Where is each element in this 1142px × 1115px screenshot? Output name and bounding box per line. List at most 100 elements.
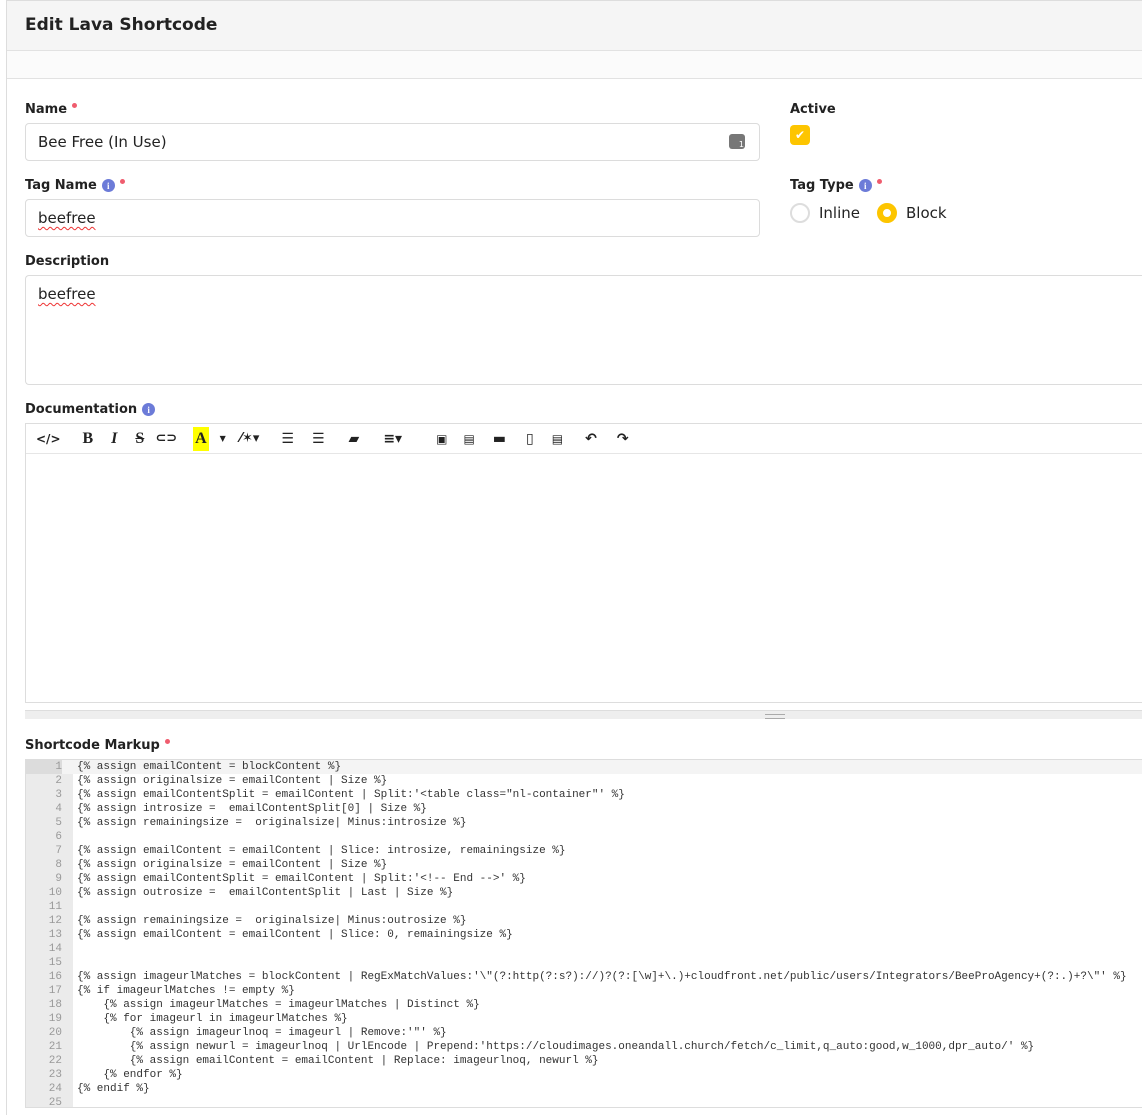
code-text: {% assign emailContent = emailContent | … (77, 1055, 599, 1067)
code-line[interactable]: 2 {% assign originalsize = emailContent |… (26, 774, 1142, 788)
code-line[interactable]: 21 {% assign newurl = imageurlnoq | UrlE… (26, 1040, 1142, 1054)
required-indicator (164, 739, 170, 744)
code-line[interactable]: 24 {% endif %} (26, 1082, 1142, 1096)
code-line[interactable]: 7 {% assign emailContent = emailContent |… (26, 844, 1142, 858)
code-line[interactable]: 22 {% assign emailContent = emailContent… (26, 1054, 1142, 1068)
shortcode-markup-editor[interactable]: 1 {% assign emailContent = blockContent %… (25, 759, 1142, 1108)
code-line[interactable]: 8 {% assign originalsize = emailContent |… (26, 858, 1142, 872)
code-text: {% assign remainingsize = originalsize| … (77, 915, 467, 927)
info-icon[interactable]: i (858, 179, 872, 192)
line-number: 9 (55, 873, 62, 885)
code-line[interactable]: 18 {% assign imageurlMatches = imageurlM… (26, 998, 1142, 1012)
name-input[interactable]: Bee Free (In Use) 1 (25, 123, 760, 161)
line-number: 8 (55, 859, 62, 871)
word-paste-icon[interactable]: ▤ (552, 427, 563, 451)
description-textarea[interactable]: beefree (25, 275, 1142, 385)
active-label: Active (790, 102, 836, 117)
line-number: 2 (55, 775, 62, 787)
unordered-list-icon[interactable]: ☰ (312, 427, 325, 451)
code-line[interactable]: 9 {% assign emailContentSplit = emailCont… (26, 872, 1142, 886)
line-number: 16 (48, 971, 62, 983)
code-line[interactable]: 12 {% assign remainingsize = originalsize… (26, 914, 1142, 928)
code-text: {% if imageurlMatches != empty %} (77, 985, 295, 997)
code-text: {% assign imageurlMatches = imageurlMatc… (77, 999, 480, 1011)
lava-merge-icon[interactable]: 1 (729, 134, 745, 149)
code-text: {% assign emailContentSplit = emailConte… (77, 789, 625, 801)
description-label: Description (25, 254, 110, 269)
code-line[interactable]: 4 {% assign introsize = emailContentSplit… (26, 802, 1142, 816)
code-line[interactable]: 23 {% endfor %} (26, 1068, 1142, 1082)
link-icon[interactable]: ⊂⊃ (155, 427, 177, 451)
line-number: 10 (48, 887, 62, 899)
code-line[interactable]: 3 {% assign emailContentSplit = emailCont… (26, 788, 1142, 802)
required-indicator (876, 179, 882, 184)
bold-icon[interactable]: B (83, 427, 94, 451)
code-text: {% assign imageurlMatches = blockContent… (77, 971, 1127, 983)
magic-wand-icon[interactable]: ⁄✶▾ (240, 427, 260, 451)
editor-resize-handle[interactable] (25, 710, 1142, 719)
code-text: {% assign originalsize = emailContent | … (77, 859, 388, 871)
radio-circle-selected[interactable] (877, 203, 897, 223)
code-text: {% assign emailContent = emailContent | … (77, 929, 513, 941)
image-icon[interactable]: ▣ (436, 427, 447, 451)
active-checkbox[interactable]: ✔ (790, 125, 810, 145)
clipboard-icon[interactable]: ▯ (526, 427, 534, 451)
line-number: 6 (55, 831, 62, 843)
line-number: 20 (48, 1027, 62, 1039)
code-line[interactable]: 17 {% if imageurlMatches != empty %} (26, 984, 1142, 998)
line-number: 24 (48, 1083, 62, 1095)
folder-open-icon[interactable]: ▬ (493, 427, 506, 451)
redo-icon[interactable]: ↷ (617, 427, 629, 451)
ordered-list-icon[interactable]: ☰ (281, 427, 294, 451)
code-view-icon[interactable]: </> (36, 427, 61, 451)
code-line[interactable]: 6 (26, 830, 1142, 844)
code-line[interactable]: 15 (26, 956, 1142, 970)
code-text: {% assign outrosize = emailContentSplit … (77, 887, 454, 899)
code-text: {% assign emailContentSplit = emailConte… (77, 873, 526, 885)
font-color-icon[interactable]: A (193, 426, 209, 451)
tag-type-block-radio[interactable]: Block (877, 203, 947, 223)
chevron-down-icon[interactable]: ▼ (220, 427, 226, 451)
info-icon[interactable]: i (101, 179, 115, 192)
info-icon[interactable]: i (142, 403, 156, 416)
name-label: Name (25, 102, 78, 117)
code-text: {% assign emailContent = blockContent %} (77, 761, 342, 773)
line-number: 1 (26, 760, 62, 774)
radio-circle[interactable] (790, 203, 810, 223)
line-number: 3 (55, 789, 62, 801)
code-line[interactable]: 16 {% assign imageurlMatches = blockConte… (26, 970, 1142, 984)
code-text: {% assign emailContent = emailContent | … (77, 845, 566, 857)
line-number: 25 (48, 1097, 62, 1108)
tag-type-inline-radio[interactable]: Inline (790, 203, 860, 223)
italic-icon[interactable]: I (111, 427, 117, 451)
code-line[interactable]: 1 {% assign emailContent = blockContent %… (26, 760, 1142, 774)
align-icon[interactable]: ≡▾ (383, 427, 402, 451)
documentation-editor[interactable]: </> B I S ⊂⊃ A ▼ ⁄✶▾ ☰ ☰ ▰ ≡▾ ▣ ▤ ▬ ▯ ▤ … (25, 423, 1142, 703)
code-line[interactable]: 10 {% assign outrosize = emailContentSpli… (26, 886, 1142, 900)
code-line[interactable]: 19 {% for imageurl in imageurlMatches %} (26, 1012, 1142, 1026)
line-number: 14 (48, 943, 62, 955)
undo-icon[interactable]: ↶ (585, 427, 597, 451)
code-line[interactable]: 5 {% assign remainingsize = originalsize|… (26, 816, 1142, 830)
code-line[interactable]: 13 {% assign emailContent = emailContent … (26, 928, 1142, 942)
code-text: {% for imageurl in imageurlMatches %} (77, 1013, 348, 1025)
code-line[interactable]: 11 (26, 900, 1142, 914)
eraser-icon[interactable]: ▰ (349, 427, 360, 451)
code-line[interactable]: 20 {% assign imageurlnoq = imageurl | Re… (26, 1026, 1142, 1040)
document-icon[interactable]: ▤ (463, 427, 474, 451)
line-number: 21 (48, 1041, 62, 1053)
line-number: 4 (55, 803, 62, 815)
line-number: 19 (48, 1013, 62, 1025)
tag-name-input[interactable]: beefree (25, 199, 760, 237)
code-text: {% assign introsize = emailContentSplit[… (77, 803, 427, 815)
line-number: 18 (48, 999, 62, 1011)
shortcode-markup-label: Shortcode Markup (25, 738, 170, 753)
tag-name-label: Tag Name i (25, 178, 125, 193)
strikethrough-icon[interactable]: S (135, 427, 144, 451)
panel-header: Edit Lava Shortcode (7, 1, 1142, 51)
code-text: {% assign remainingsize = originalsize| … (77, 817, 467, 829)
code-line[interactable]: 14 (26, 942, 1142, 956)
code-line[interactable]: 25 (26, 1096, 1142, 1108)
editor-toolbar: </> B I S ⊂⊃ A ▼ ⁄✶▾ ☰ ☰ ▰ ≡▾ ▣ ▤ ▬ ▯ ▤ … (26, 424, 1142, 454)
code-text: {% assign newurl = imageurlnoq | UrlEnco… (77, 1041, 1035, 1053)
